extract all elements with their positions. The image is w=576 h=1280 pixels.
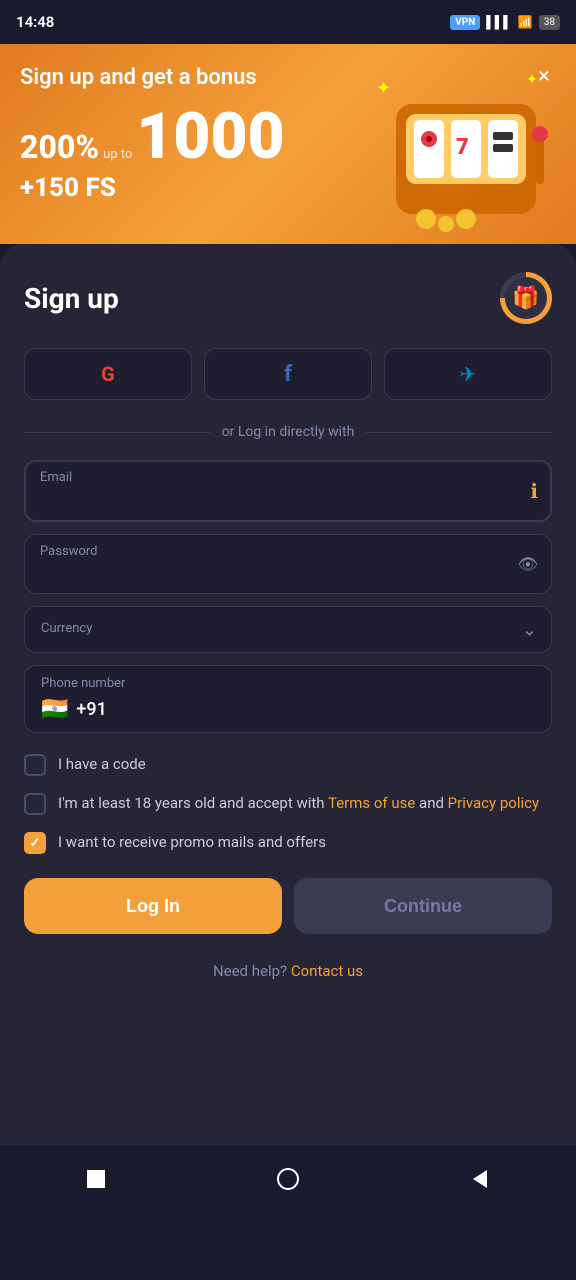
- divider-line-left: [24, 432, 210, 433]
- bonus-amount: 1000: [136, 105, 284, 169]
- checkbox-code-label: I have a code: [58, 753, 146, 776]
- form-title: Sign up: [24, 282, 119, 315]
- checkbox-terms[interactable]: [24, 793, 46, 815]
- checkbox-code[interactable]: [24, 754, 46, 776]
- checkbox-promo[interactable]: [24, 832, 46, 854]
- facebook-icon: f: [284, 362, 292, 387]
- status-bar: 14:48 VPN ▌▌▌ 📶 38: [0, 0, 576, 44]
- eye-icon[interactable]: 👁: [518, 555, 538, 574]
- checkbox-group: I have a code I'm at least 18 years old …: [24, 753, 552, 854]
- checkbox-terms-label: I'm at least 18 years old and accept wit…: [58, 792, 539, 815]
- continue-button[interactable]: Continue: [294, 878, 552, 934]
- divider-text: or Log in directly with: [222, 424, 355, 440]
- checkbox-item-code: I have a code: [24, 753, 552, 776]
- bonus-percent: 200%: [20, 128, 99, 166]
- info-icon[interactable]: ℹ: [530, 479, 538, 503]
- banner-content: Sign up and get a bonus 200% up to 1000 …: [20, 64, 556, 203]
- google-login-button[interactable]: G: [24, 348, 192, 400]
- bonus-fs: +150 FS: [20, 173, 556, 203]
- action-buttons: Log In Continue: [24, 878, 552, 934]
- flag-icon: 🇮🇳: [41, 697, 68, 722]
- bonus-upto: up to: [103, 147, 132, 163]
- password-field-group: Password 👁: [24, 534, 552, 594]
- nav-bar: [0, 1144, 576, 1217]
- currency-label: Currency: [41, 621, 503, 636]
- form-header: Sign up 🎁: [24, 272, 552, 324]
- currency-dropdown[interactable]: Currency ⌄: [24, 606, 552, 653]
- phone-field-group: Phone number 🇮🇳 +91: [24, 665, 552, 733]
- need-help-text: Need help?: [213, 962, 287, 980]
- checkbox-promo-label: I want to receive promo mails and offers: [58, 831, 326, 854]
- terms-link[interactable]: Terms of use: [328, 794, 415, 812]
- password-wrapper: Password 👁: [24, 534, 552, 594]
- vpn-badge: VPN: [450, 15, 480, 30]
- login-divider: or Log in directly with: [24, 424, 552, 440]
- nav-home-button[interactable]: [270, 1161, 306, 1197]
- privacy-link[interactable]: Privacy policy: [448, 794, 539, 812]
- email-input[interactable]: [24, 460, 552, 522]
- status-time: 14:48: [16, 13, 54, 31]
- telegram-icon: ✈: [460, 362, 477, 386]
- battery-badge: 38: [539, 15, 560, 30]
- banner-bonus-row: 200% up to 1000: [20, 105, 556, 169]
- nav-stop-button[interactable]: [78, 1161, 114, 1197]
- phone-wrapper: Phone number 🇮🇳 +91: [24, 665, 552, 733]
- phone-number-value: +91: [76, 699, 106, 720]
- banner-title: Sign up and get a bonus: [20, 64, 556, 93]
- signal-icon: ▌▌▌: [486, 15, 512, 29]
- signup-form: Sign up 🎁 G f ✈ or Log in directly with …: [0, 244, 576, 1144]
- email-field-group: Email ℹ: [24, 460, 552, 522]
- email-wrapper: Email ℹ: [24, 460, 552, 522]
- wifi-icon: 📶: [518, 15, 533, 29]
- password-input[interactable]: [24, 534, 552, 594]
- checkbox-item-terms: I'm at least 18 years old and accept wit…: [24, 792, 552, 815]
- nav-back-button[interactable]: [462, 1161, 498, 1197]
- divider-line-right: [366, 432, 552, 433]
- gift-icon: 🎁: [512, 286, 539, 311]
- banner-close-button[interactable]: ×: [528, 60, 560, 92]
- currency-field-group: Currency ⌄: [24, 606, 552, 653]
- chevron-down-icon: ⌄: [522, 619, 537, 640]
- phone-label: Phone number: [41, 676, 535, 691]
- contact-us-link[interactable]: Contact us: [291, 962, 363, 980]
- footer: Need help? Contact us: [24, 934, 552, 996]
- google-icon: G: [101, 362, 115, 386]
- telegram-login-button[interactable]: ✈: [384, 348, 552, 400]
- promo-banner: Sign up and get a bonus 200% up to 1000 …: [0, 44, 576, 244]
- phone-row[interactable]: 🇮🇳 +91: [41, 697, 535, 722]
- facebook-login-button[interactable]: f: [204, 348, 372, 400]
- gift-button[interactable]: 🎁: [500, 272, 552, 324]
- status-icons: VPN ▌▌▌ 📶 38: [450, 15, 560, 30]
- checkbox-item-promo: I want to receive promo mails and offers: [24, 831, 552, 854]
- social-login-buttons: G f ✈: [24, 348, 552, 400]
- login-button[interactable]: Log In: [24, 878, 282, 934]
